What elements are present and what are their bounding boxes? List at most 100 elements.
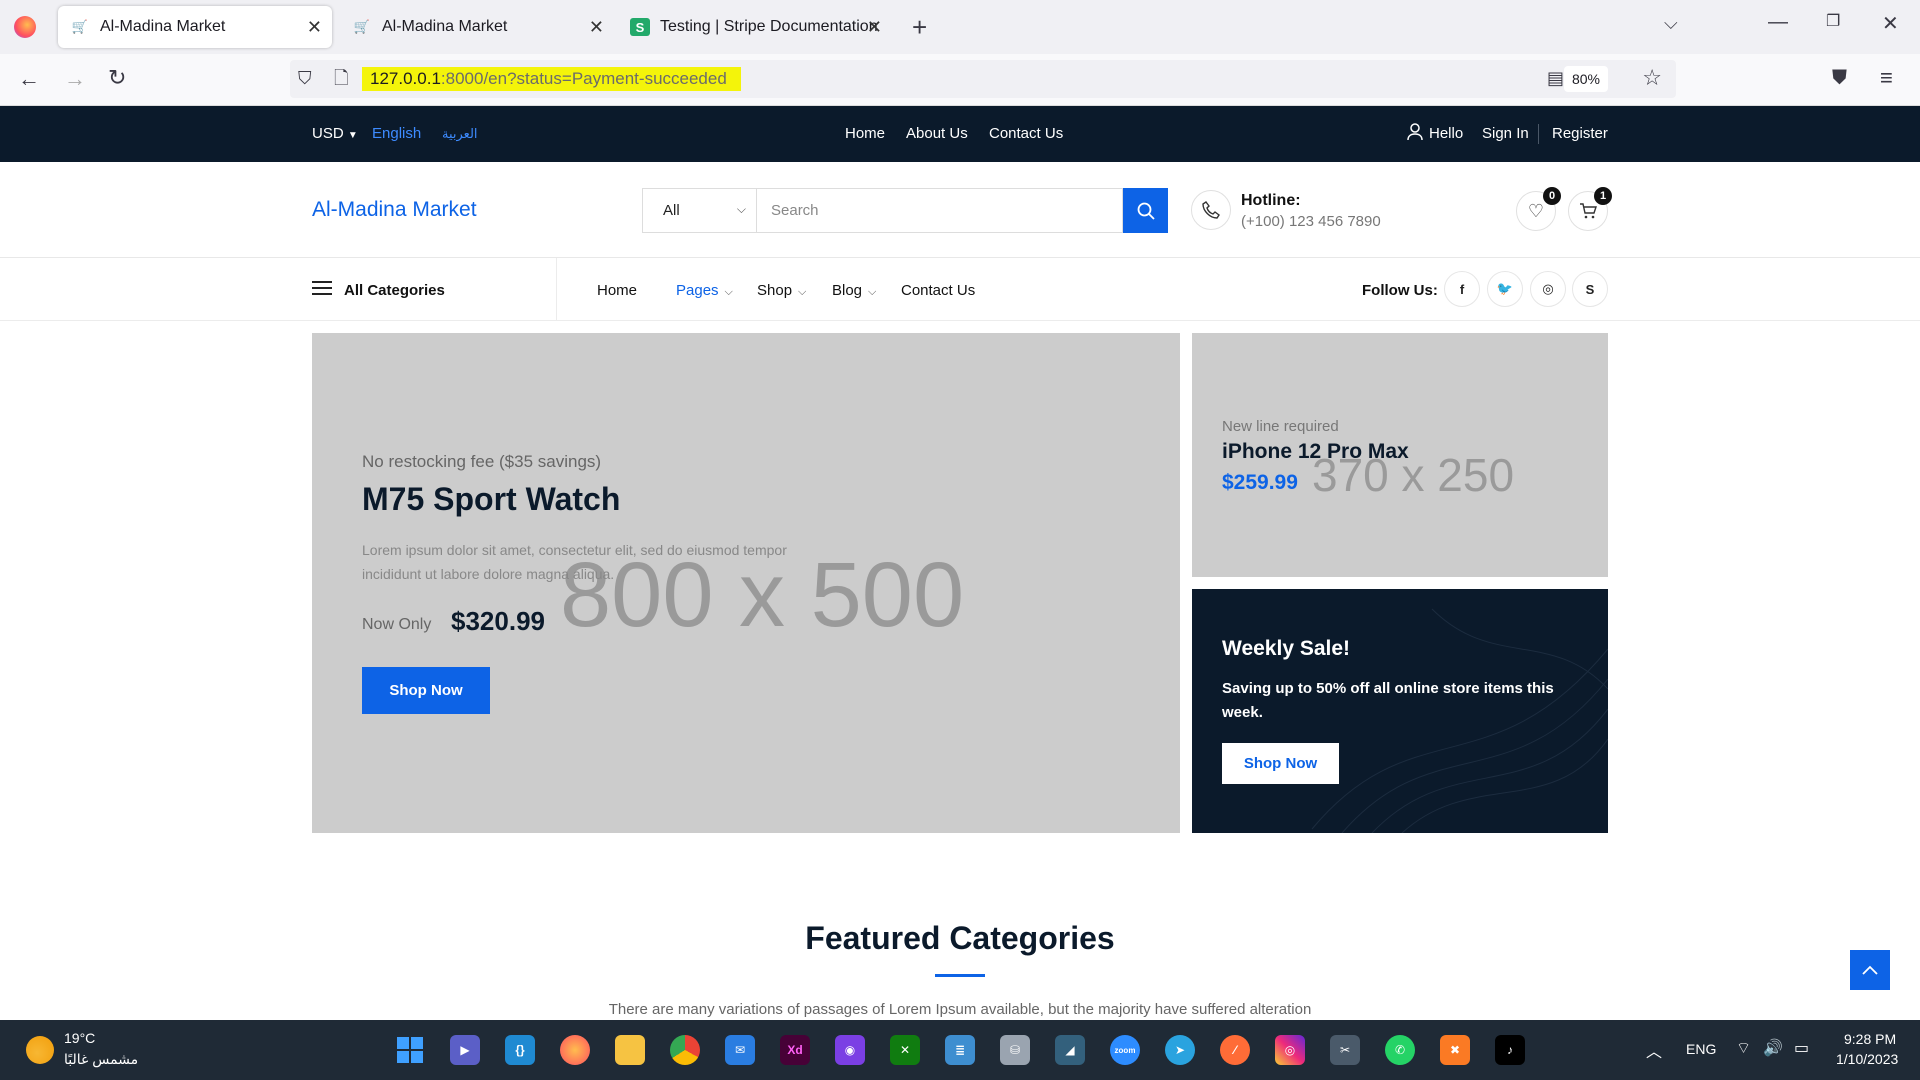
- tab-3[interactable]: S Testing | Stripe Documentation ✕: [618, 6, 892, 48]
- clock-time[interactable]: 9:28 PM: [1844, 1031, 1896, 1047]
- instagram-icon[interactable]: ◎: [1530, 271, 1566, 307]
- top-link-contact[interactable]: Contact Us: [989, 125, 1063, 142]
- all-categories-button[interactable]: All Categories: [312, 280, 445, 300]
- url-text[interactable]: 127.0.0.1:8000/en?status=Payment-succeed…: [362, 67, 741, 91]
- firefox-icon[interactable]: [14, 16, 36, 38]
- page-icon[interactable]: 🗋: [334, 69, 348, 87]
- restore-icon[interactable]: ❐: [1826, 14, 1840, 30]
- clock-date[interactable]: 1/10/2023: [1836, 1051, 1898, 1067]
- tab-1[interactable]: 🛒 Al-Madina Market ✕: [58, 6, 332, 48]
- zoom-level[interactable]: 80%: [1563, 66, 1608, 92]
- hero-shop-now-button[interactable]: Shop Now: [362, 667, 490, 714]
- search-placeholder: Search: [771, 202, 819, 219]
- sign-in-link[interactable]: Sign In: [1482, 125, 1529, 142]
- weekly-sale-title: Weekly Sale!: [1222, 637, 1351, 660]
- postman-icon[interactable]: ⁄: [1220, 1035, 1250, 1065]
- lang-arabic-link[interactable]: العربية: [442, 126, 478, 142]
- browser-tab-bar: 🛒 Al-Madina Market ✕ 🛒 Al-Madina Market …: [0, 0, 1920, 54]
- whatsapp-icon[interactable]: ✆: [1385, 1035, 1415, 1065]
- user-icon: [1407, 123, 1423, 145]
- close-tab-icon[interactable]: ✕: [589, 17, 604, 38]
- address-bar[interactable]: ⛉ 🗋 127.0.0.1:8000/en?status=Payment-suc…: [290, 60, 1676, 98]
- input-language[interactable]: ENG: [1686, 1041, 1716, 1057]
- reload-icon[interactable]: ↻: [108, 67, 126, 89]
- bookmark-star-icon[interactable]: ☆: [1642, 67, 1662, 89]
- site-logo[interactable]: Al-Madina Market: [312, 198, 477, 222]
- navigation-toolbar: ← → ↻ ⛉ 🗋 127.0.0.1:8000/en?status=Payme…: [0, 54, 1920, 106]
- wifi-icon[interactable]: ⌔: [1736, 1038, 1751, 1058]
- windows-taskbar: 19°C مشمس غالبًا ▶ {} ✉ Xd ◉ ✕ ≣ ⛁ ◢ zoo…: [0, 1020, 1920, 1080]
- teams-chat-icon[interactable]: ▶: [450, 1035, 480, 1065]
- mysql-workbench-icon[interactable]: ◢: [1055, 1035, 1085, 1065]
- nav-divider: [556, 258, 557, 321]
- pocket-icon[interactable]: ⛊: [1832, 68, 1847, 88]
- new-tab-icon[interactable]: +: [912, 14, 927, 40]
- shield-icon[interactable]: ⛉: [298, 69, 312, 87]
- mail-icon[interactable]: ✉: [725, 1035, 755, 1065]
- top-link-home[interactable]: Home: [845, 125, 885, 142]
- adobe-xd-icon[interactable]: Xd: [780, 1035, 810, 1065]
- notepad-icon[interactable]: ≣: [945, 1035, 975, 1065]
- currency-select[interactable]: USD ▼: [312, 125, 358, 142]
- firefox-taskbar-icon[interactable]: [560, 1035, 590, 1065]
- app-purple-icon[interactable]: ◉: [835, 1035, 865, 1065]
- start-windows-icon[interactable]: [395, 1035, 425, 1065]
- hello-text: Hello: [1429, 125, 1464, 142]
- nav-contact[interactable]: Contact Us: [901, 282, 975, 299]
- scroll-to-top-button[interactable]: [1850, 950, 1890, 990]
- stripe-favicon-icon: S: [630, 18, 650, 36]
- weather-temp[interactable]: 19°C: [64, 1030, 95, 1046]
- close-window-icon[interactable]: ✕: [1882, 14, 1899, 34]
- file-explorer-icon[interactable]: [615, 1035, 645, 1065]
- register-link[interactable]: Register: [1552, 125, 1608, 142]
- instagram-taskbar-icon[interactable]: ◎: [1275, 1035, 1305, 1065]
- nav-shop[interactable]: Shop ⌵: [757, 282, 806, 299]
- forward-arrow-icon[interactable]: →: [64, 68, 86, 90]
- hero-price: $320.99: [451, 606, 545, 636]
- database-icon[interactable]: ⛁: [1000, 1035, 1030, 1065]
- list-tabs-chevron-icon[interactable]: ⌵: [1664, 14, 1678, 32]
- all-categories-label: All Categories: [344, 281, 445, 299]
- tab-2[interactable]: 🛒 Al-Madina Market ✕: [340, 6, 614, 48]
- nav-home-label: Home: [597, 282, 638, 299]
- top-link-about[interactable]: About Us: [906, 125, 968, 142]
- chrome-icon[interactable]: [670, 1035, 700, 1065]
- close-tab-icon[interactable]: ✕: [307, 17, 322, 38]
- featured-title: Featured Categories: [805, 920, 1115, 956]
- nav-pages[interactable]: Pages ⌵: [676, 282, 733, 299]
- zoom-icon[interactable]: zoom: [1110, 1035, 1140, 1065]
- weather-sun-icon[interactable]: [26, 1036, 54, 1064]
- snipping-tool-icon[interactable]: ✂: [1330, 1035, 1360, 1065]
- site-top-bar: USD ▼ English العربية Home About Us Cont…: [0, 106, 1920, 162]
- back-arrow-icon[interactable]: ←: [18, 68, 40, 90]
- nav-blog[interactable]: Blog ⌵: [832, 282, 876, 299]
- close-tab-icon[interactable]: ✕: [867, 17, 882, 38]
- search-input[interactable]: Search: [756, 188, 1123, 233]
- telegram-icon[interactable]: ➤: [1165, 1035, 1195, 1065]
- menu-hamburger-icon[interactable]: ≡: [1880, 67, 1893, 89]
- tab-title: Al-Madina Market: [100, 18, 226, 35]
- twitter-icon[interactable]: 🐦: [1487, 271, 1523, 307]
- promo-title: iPhone 12 Pro Max: [1222, 440, 1409, 463]
- xampp-icon[interactable]: ✖: [1440, 1035, 1470, 1065]
- lang-english-link[interactable]: English: [372, 125, 421, 142]
- wishlist-count-badge: 0: [1543, 187, 1561, 205]
- tiktok-icon[interactable]: ♪: [1495, 1035, 1525, 1065]
- reader-view-icon[interactable]: ▤: [1547, 69, 1564, 87]
- battery-icon[interactable]: ▭: [1794, 1038, 1809, 1058]
- facebook-icon[interactable]: f: [1444, 271, 1480, 307]
- xbox-icon[interactable]: ✕: [890, 1035, 920, 1065]
- vscode-icon[interactable]: {}: [505, 1035, 535, 1065]
- skype-icon[interactable]: S: [1572, 271, 1608, 307]
- promo-price: $259.99: [1222, 471, 1298, 494]
- volume-icon[interactable]: 🔊: [1763, 1038, 1783, 1058]
- weekly-sale-shop-now-button[interactable]: Shop Now: [1222, 743, 1339, 784]
- search-button[interactable]: [1123, 188, 1168, 233]
- nav-home[interactable]: Home: [597, 282, 637, 299]
- show-hidden-icons-chevron-icon[interactable]: ︿: [1646, 1038, 1662, 1062]
- category-select[interactable]: All ⌵: [642, 188, 756, 233]
- minimize-icon[interactable]: —: [1768, 12, 1788, 32]
- promo-banner-iphone[interactable]: 370 x 250 New line required iPhone 12 Pr…: [1192, 333, 1608, 577]
- cart-favicon-icon: 🛒: [71, 19, 89, 34]
- weather-desc[interactable]: مشمس غالبًا: [64, 1051, 138, 1068]
